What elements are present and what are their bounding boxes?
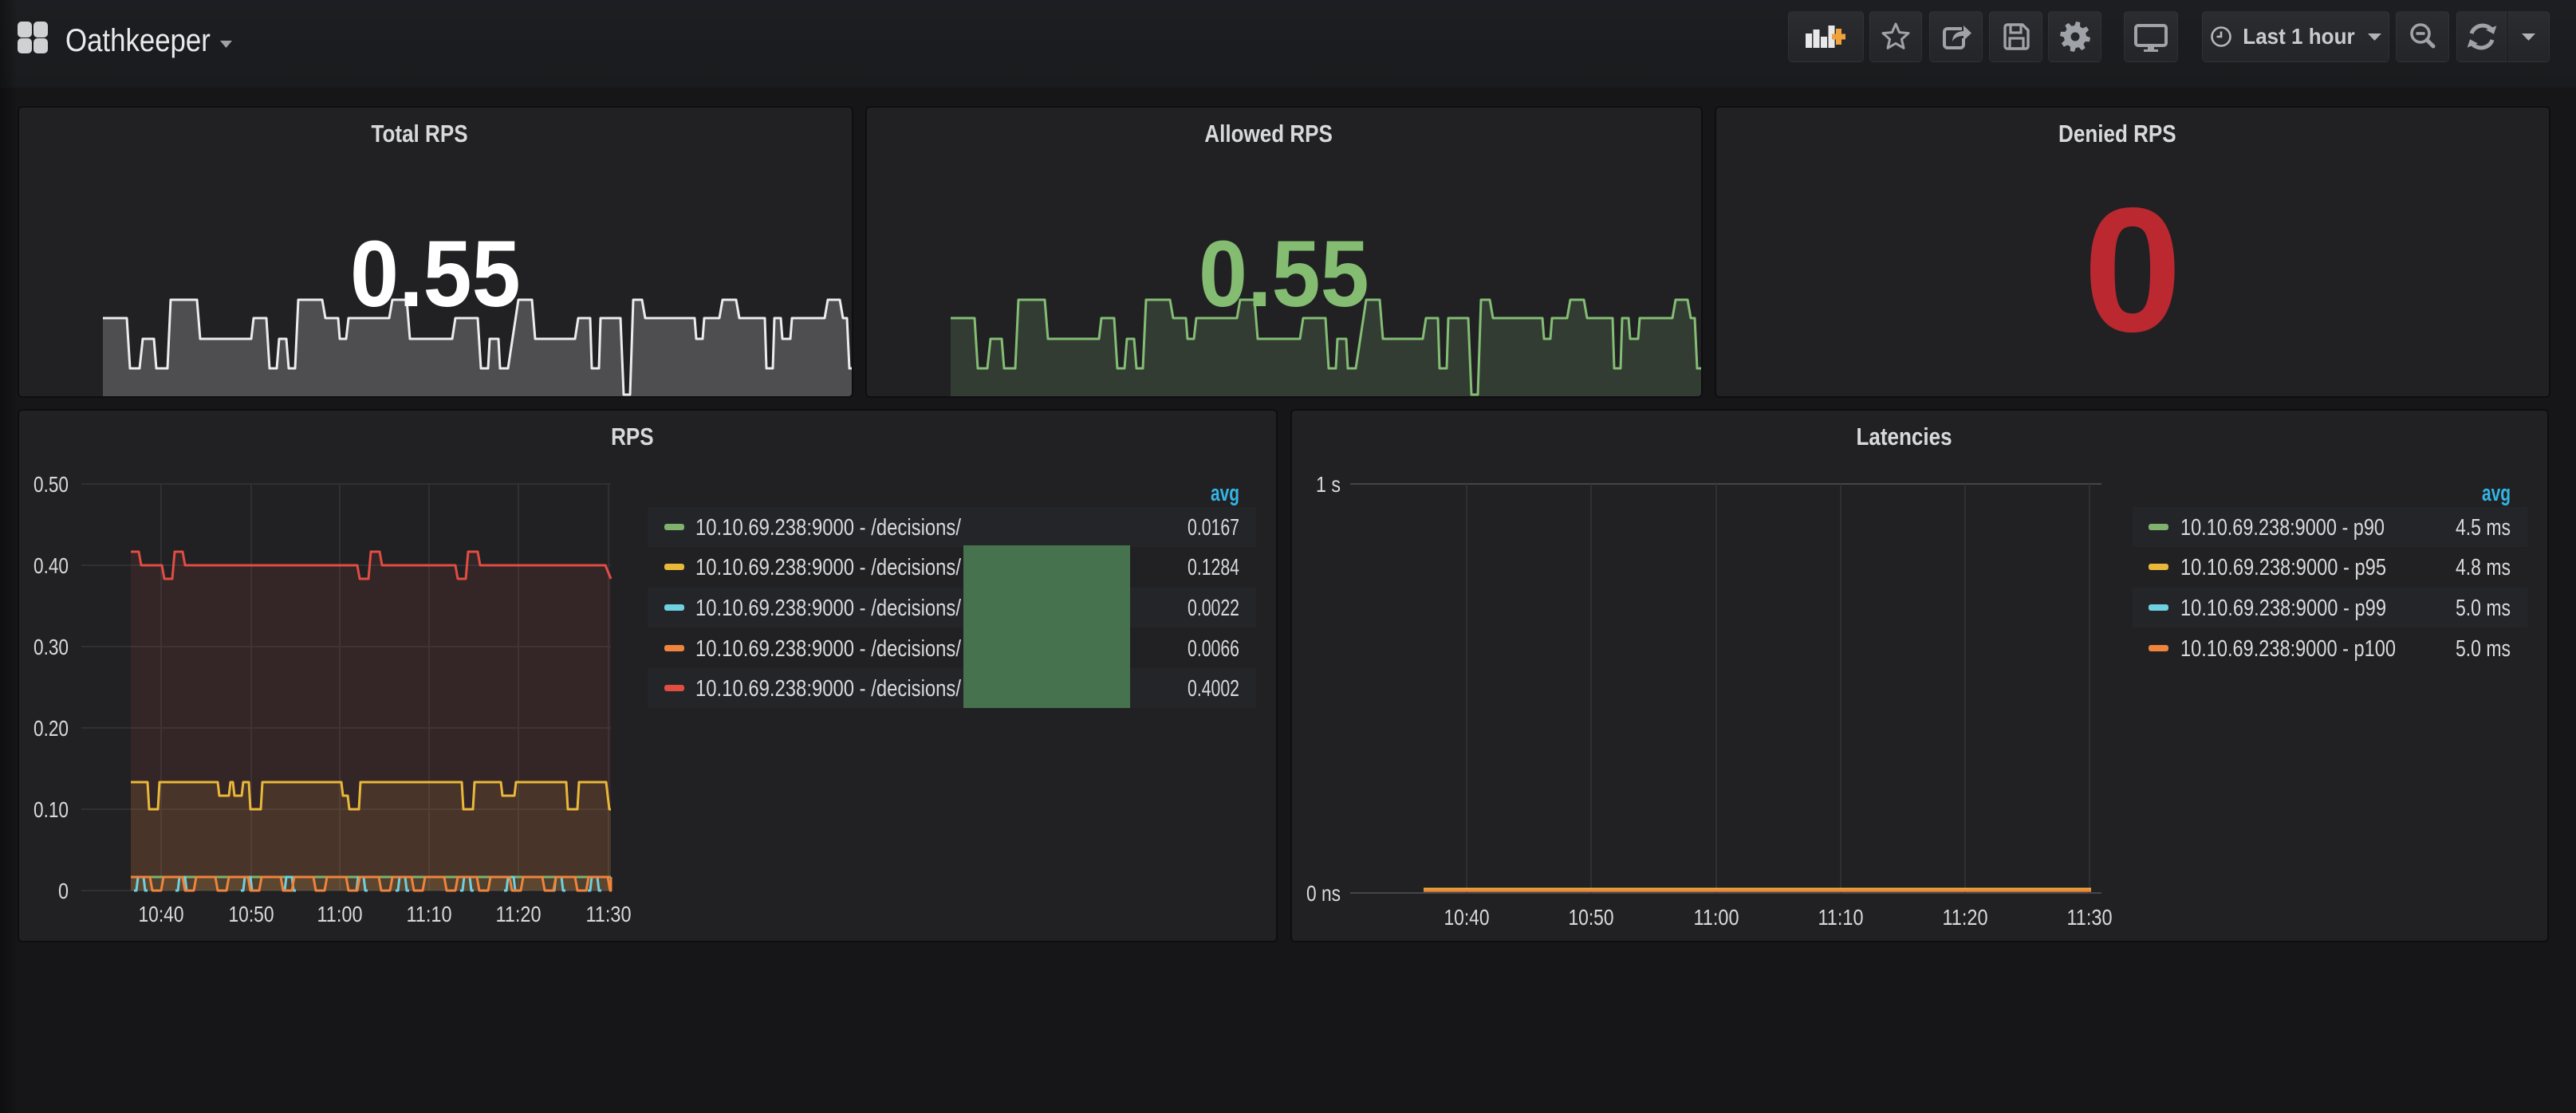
svg-text:11:00: 11:00	[317, 902, 363, 926]
svg-text:0.0066: 0.0066	[1188, 636, 1239, 662]
svg-text:avg: avg	[1211, 481, 1239, 506]
svg-text:11:20: 11:20	[496, 902, 542, 926]
svg-text:0.30: 0.30	[33, 635, 69, 659]
svg-text:10.10.69.238:9000 - /decisions: 10.10.69.238:9000 - /decisions/	[695, 676, 962, 702]
svg-text:0.1284: 0.1284	[1188, 555, 1239, 580]
svg-text:11:00: 11:00	[1694, 905, 1739, 930]
svg-text:10.10.69.238:9000 - /decisions: 10.10.69.238:9000 - /decisions/	[695, 596, 962, 621]
svg-text:4.8 ms: 4.8 ms	[2456, 555, 2511, 580]
svg-text:10.10.69.238:9000 - /decisions: 10.10.69.238:9000 - /decisions/	[695, 515, 962, 541]
svg-text:10:40: 10:40	[139, 902, 184, 926]
svg-text:10:40: 10:40	[1444, 905, 1490, 930]
svg-text:0.50: 0.50	[33, 472, 69, 497]
svg-text:4.5 ms: 4.5 ms	[2456, 515, 2511, 541]
svg-text:11:30: 11:30	[2067, 905, 2113, 930]
svg-text:10.10.69.238:9000 - /decisions: 10.10.69.238:9000 - /decisions/	[695, 636, 962, 662]
svg-text:0.20: 0.20	[33, 716, 69, 741]
svg-text:11:30: 11:30	[586, 902, 632, 926]
svg-text:0 ns: 0 ns	[1306, 881, 1341, 906]
svg-text:5.0 ms: 5.0 ms	[2456, 596, 2511, 621]
svg-text:1 s: 1 s	[1316, 472, 1341, 497]
svg-text:10.10.69.238:9000 - p100: 10.10.69.238:9000 - p100	[2180, 636, 2396, 662]
svg-text:0.10: 0.10	[33, 797, 69, 822]
svg-text:10.10.69.238:9000 - p95: 10.10.69.238:9000 - p95	[2180, 555, 2386, 580]
svg-text:0.40: 0.40	[33, 553, 69, 578]
svg-text:11:20: 11:20	[1943, 905, 1988, 930]
svg-text:10:50: 10:50	[229, 902, 274, 926]
svg-text:0.4002: 0.4002	[1188, 676, 1239, 702]
svg-text:11:10: 11:10	[407, 902, 452, 926]
svg-text:5.0 ms: 5.0 ms	[2456, 636, 2511, 662]
svg-text:0: 0	[58, 879, 69, 903]
svg-text:0.0022: 0.0022	[1188, 596, 1239, 621]
svg-text:10.10.69.238:9000 - p90: 10.10.69.238:9000 - p90	[2180, 515, 2385, 541]
svg-text:10.10.69.238:9000 - /decisions: 10.10.69.238:9000 - /decisions/	[695, 555, 962, 580]
svg-text:10.10.69.238:9000 - p99: 10.10.69.238:9000 - p99	[2180, 596, 2386, 621]
svg-text:11:10: 11:10	[1818, 905, 1864, 930]
svg-text:avg: avg	[2482, 481, 2511, 506]
svg-text:10:50: 10:50	[1569, 905, 1614, 930]
svg-text:0.0167: 0.0167	[1188, 515, 1239, 541]
